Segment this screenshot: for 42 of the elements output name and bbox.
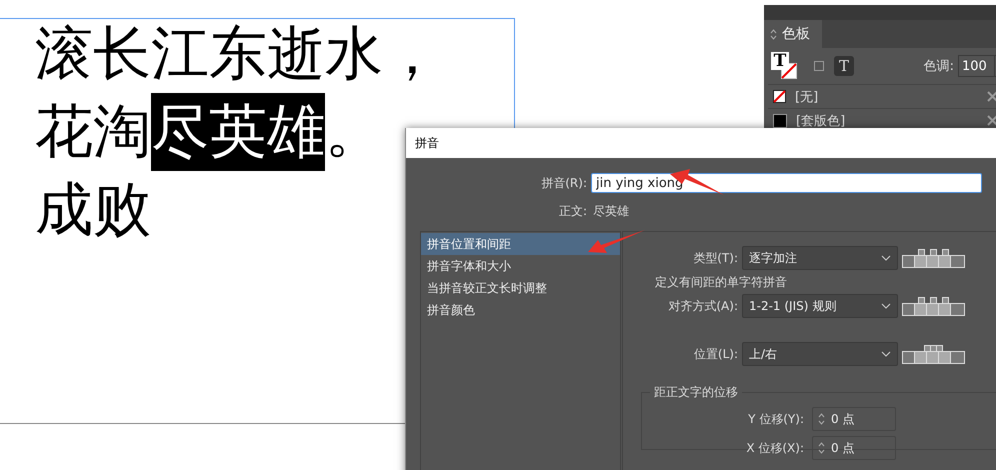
offset-field[interactable]: 0 点: [812, 436, 896, 460]
category-item[interactable]: 拼音颜色: [421, 299, 620, 321]
no-edit-icon: [987, 91, 996, 102]
category-item[interactable]: 当拼音较正文长时调整: [421, 277, 620, 299]
dialog-title: 拼音: [406, 128, 996, 158]
category-item[interactable]: 拼音字体和大小: [421, 255, 620, 277]
selected-text: 尽英雄: [151, 93, 325, 171]
expand-icon: [770, 28, 777, 40]
offset-label: Y 位移(Y):: [747, 410, 804, 428]
category-item[interactable]: 拼音位置和间距: [421, 233, 620, 255]
caret-icon: [881, 255, 891, 261]
dropdown[interactable]: 上/右: [742, 342, 898, 366]
dropdown[interactable]: 1-2-1 (JIS) 规则: [742, 294, 898, 318]
tint-label: 色调:: [924, 58, 954, 75]
container-format-icon[interactable]: [814, 61, 824, 71]
group-title: 距正文字的位移: [653, 384, 739, 401]
hint-text: 定义有间距的单字符拼音: [654, 274, 788, 291]
tab-label: 色板: [782, 25, 810, 43]
swatch-name[interactable]: [套版色]: [796, 112, 846, 128]
body-text: 花淘: [35, 98, 151, 166]
caret-icon: [881, 351, 891, 357]
body-text: 。: [325, 98, 383, 166]
spinner-icon[interactable]: [818, 413, 825, 425]
none-swatch-icon: [773, 90, 786, 103]
setting-label: 对齐方式(A):: [667, 298, 738, 314]
spinner-icon[interactable]: [818, 442, 825, 454]
offset-field[interactable]: 0 点: [812, 407, 896, 431]
no-edit-icon: [987, 115, 996, 126]
caret-icon: [881, 303, 891, 309]
setting-label: 位置(L):: [692, 346, 738, 362]
ruby-label: 拼音(R):: [540, 174, 587, 192]
swatches-tab[interactable]: 色板: [764, 20, 822, 48]
swatch-name[interactable]: [无]: [795, 88, 818, 106]
dropdown[interactable]: 逐字加注: [742, 246, 898, 270]
base-text-value: 尽英雄: [593, 203, 630, 220]
text-format-button[interactable]: T: [834, 56, 854, 76]
offset-label: X 位移(X):: [745, 440, 804, 456]
body-text: 成败: [35, 176, 151, 244]
body-text: 滚长江东逝水，: [35, 20, 441, 88]
setting-label: 类型(T):: [692, 250, 738, 266]
base-text-label: 正文:: [558, 203, 587, 220]
tint-field[interactable]: 100: [958, 55, 995, 77]
